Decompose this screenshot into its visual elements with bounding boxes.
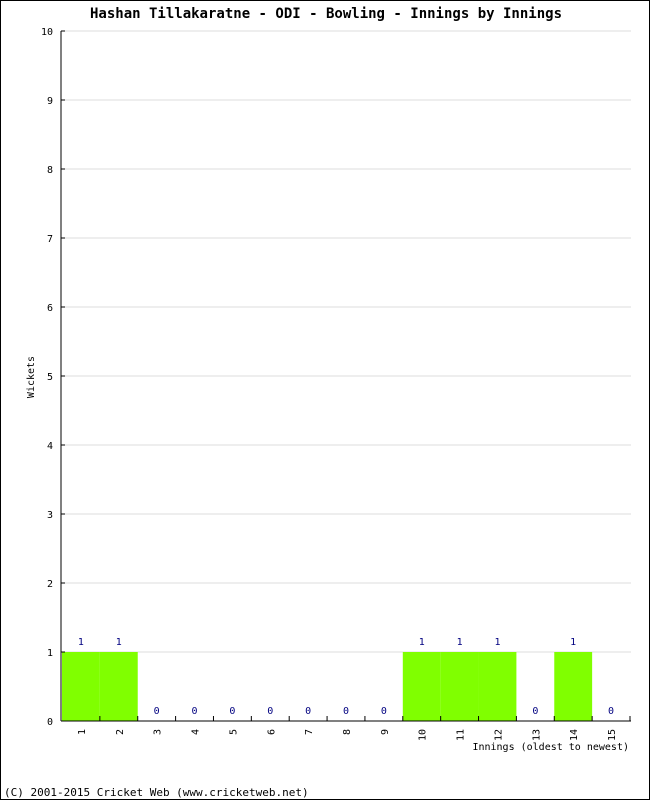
bar	[402, 652, 441, 721]
data-label: 0	[267, 706, 273, 717]
data-label: 0	[343, 706, 349, 717]
x-tick-label: 10	[418, 729, 429, 741]
data-labels: 1 1 0 0 0 0 0 0 0 1 1 1 0 1 0	[78, 637, 614, 717]
bar	[440, 652, 479, 721]
data-label: 0	[608, 706, 614, 717]
chart: Hashan Tillakaratne - ODI - Bowling - In…	[4, 6, 631, 799]
bar	[62, 652, 100, 721]
x-tick-label: 9	[380, 729, 391, 735]
grid	[61, 30, 631, 653]
y-tick-label: 7	[47, 234, 53, 245]
data-label: 0	[532, 706, 538, 717]
bar	[554, 652, 593, 721]
data-label: 0	[305, 706, 311, 717]
data-label: 1	[78, 637, 84, 648]
data-label: 1	[494, 637, 500, 648]
bar	[99, 652, 138, 721]
chart-title: Hashan Tillakaratne - ODI - Bowling - In…	[90, 6, 562, 22]
x-ticks: 1 2 3 4 5 6 7 8 9 10 11 12 13 14 15	[77, 716, 631, 741]
x-tick-label: 4	[191, 729, 202, 735]
x-tick-label: 14	[569, 729, 580, 741]
footer-copyright: (C) 2001-2015 Cricket Web (www.cricketwe…	[4, 786, 309, 799]
y-tick-label: 8	[47, 165, 53, 176]
data-label: 1	[570, 637, 576, 648]
x-tick-label: 12	[493, 729, 504, 741]
bar	[478, 652, 517, 721]
y-tick-label: 10	[41, 27, 53, 38]
x-tick-label: 3	[153, 729, 164, 735]
x-tick-label: 6	[266, 729, 277, 735]
y-tick-label: 3	[47, 510, 53, 521]
data-label: 0	[192, 706, 198, 717]
x-tick-label: 13	[531, 729, 542, 741]
data-label: 0	[154, 706, 160, 717]
y-tick-label: 5	[47, 372, 53, 383]
y-tick-label: 0	[47, 717, 53, 728]
data-label: 0	[381, 706, 387, 717]
y-tick-label: 1	[47, 648, 53, 659]
data-label: 1	[457, 637, 463, 648]
y-tick-label: 6	[47, 303, 53, 314]
x-tick-label: 7	[304, 729, 315, 735]
x-tick-label: 15	[607, 729, 618, 741]
x-axis-label: Innings (oldest to newest)	[472, 742, 629, 753]
y-axis-label: Wickets	[26, 356, 37, 398]
bars	[62, 652, 593, 721]
data-label: 0	[229, 706, 235, 717]
y-tick-label: 2	[47, 579, 53, 590]
y-tick-label: 9	[47, 96, 53, 107]
y-tick-label: 4	[47, 441, 53, 452]
x-tick-label: 1	[77, 729, 88, 735]
data-label: 1	[116, 637, 122, 648]
x-tick-label: 11	[456, 729, 467, 741]
x-tick-label: 2	[115, 729, 126, 735]
chart-frame: Hashan Tillakaratne - ODI - Bowling - In…	[0, 0, 650, 800]
x-tick-label: 8	[342, 729, 353, 735]
x-tick-label: 5	[228, 729, 239, 735]
data-label: 1	[419, 637, 425, 648]
